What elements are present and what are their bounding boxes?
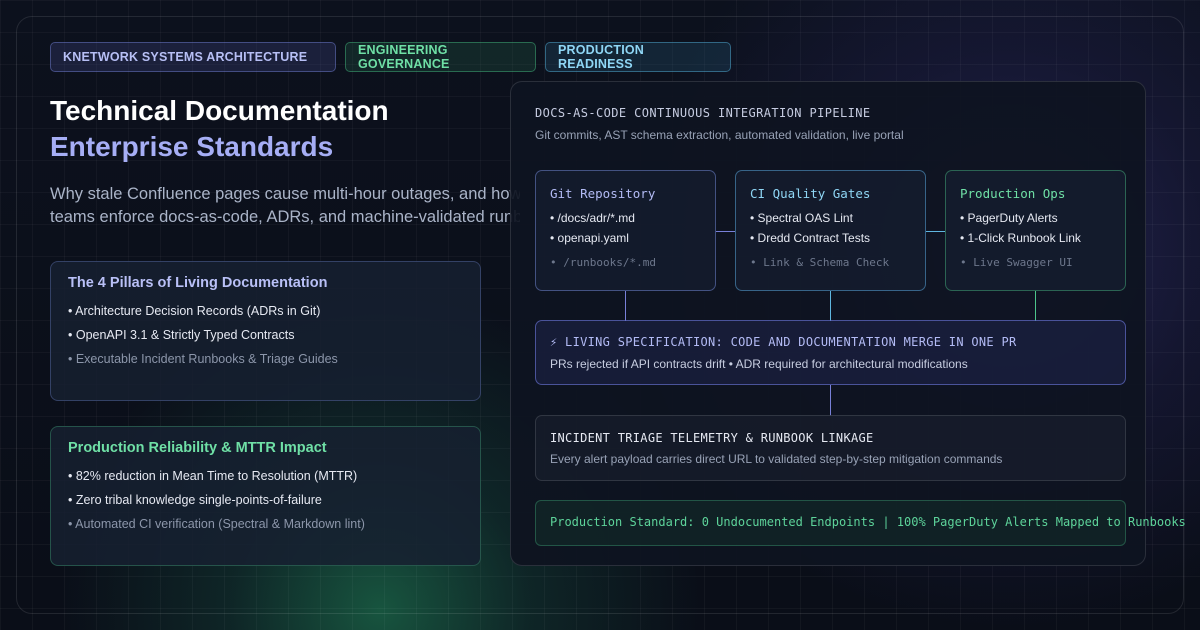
stage-title: Git Repository [550,186,656,201]
pillar-item: • OpenAPI 3.1 & Strictly Typed Contracts [68,328,295,342]
stage-title: CI Quality Gates [750,186,871,201]
reliability-card: Production Reliability & MTTR Impact • 8… [50,426,481,566]
connector-spec-to-incident [830,385,831,416]
stage-note: • /runbooks/*.md [550,256,656,269]
stage-ci-quality-gates: CI Quality Gates • Spectral OAS Lint • D… [735,170,926,291]
page-title: Technical Documentation [50,95,389,126]
stage-note: • Live Swagger UI [960,256,1073,269]
pipeline-subtitle: Git commits, AST schema extraction, auto… [535,128,904,142]
connector-ops-to-spec [1035,291,1036,321]
stage-item: • PagerDuty Alerts [960,211,1058,225]
stage-git-repository: Git Repository • /docs/adr/*.md • openap… [535,170,716,291]
stage-production-ops: Production Ops • PagerDuty Alerts • 1-Cl… [945,170,1126,291]
production-standard-banner: Production Standard: 0 Undocumented Endp… [535,500,1186,546]
stage-item: • Spectral OAS Lint [750,211,853,225]
incident-triage-box: INCIDENT TRIAGE TELEMETRY & RUNBOOK LINK… [535,415,1126,481]
reliability-item: • 82% reduction in Mean Time to Resoluti… [68,469,358,483]
page-subtitle: Why stale Confluence pages cause multi-h… [50,183,520,233]
tag-network-systems-architecture: KNETWORK SYSTEMS ARCHITECTURE [50,42,336,72]
tag-engineering-governance: ENGINEERING GOVERNANCE [345,42,536,72]
stage-item: • Dredd Contract Tests [750,231,871,245]
connector-git-to-spec [625,291,626,321]
pillars-card: The 4 Pillars of Living Documentation • … [50,261,481,401]
connector-git-to-ci [716,231,735,232]
reliability-item: • Zero tribal knowledge single-points-of… [68,493,322,507]
incident-title: INCIDENT TRIAGE TELEMETRY & RUNBOOK LINK… [550,431,874,445]
reliability-card-heading: Production Reliability & MTTR Impact [68,440,327,456]
pipeline-title: DOCS-AS-CODE CONTINUOUS INTEGRATION PIPE… [535,106,871,120]
tag-production-readiness: PRODUCTION READINESS [545,42,731,72]
living-spec-title: ⚡ LIVING SPECIFICATION: CODE AND DOCUMEN… [550,335,1017,349]
pillar-item: • Architecture Decision Records (ADRs in… [68,304,321,318]
reliability-item: • Automated CI verification (Spectral & … [68,517,365,531]
pillars-card-heading: The 4 Pillars of Living Documentation [68,275,328,291]
living-spec-subtitle: PRs rejected if API contracts drift • AD… [550,357,968,371]
stage-item: • 1-Click Runbook Link [960,231,1081,245]
stage-item: • openapi.yaml [550,231,629,245]
page-title-accent: Enterprise Standards [50,131,334,162]
incident-subtitle: Every alert payload carries direct URL t… [550,452,1003,466]
subtitle-line: Why stale Confluence pages cause multi-h… [50,185,520,203]
connector-ci-to-spec [830,291,831,321]
stage-note: • Link & Schema Check [750,256,890,269]
stage-item: • /docs/adr/*.md [550,211,635,225]
connector-ci-to-ops [926,231,945,232]
pillar-item: • Executable Incident Runbooks & Triage … [68,352,338,366]
subtitle-line: teams enforce docs-as-code, ADRs, and ma… [50,208,520,226]
living-specification-box: ⚡ LIVING SPECIFICATION: CODE AND DOCUMEN… [535,320,1126,385]
stage-title: Production Ops [960,186,1066,201]
